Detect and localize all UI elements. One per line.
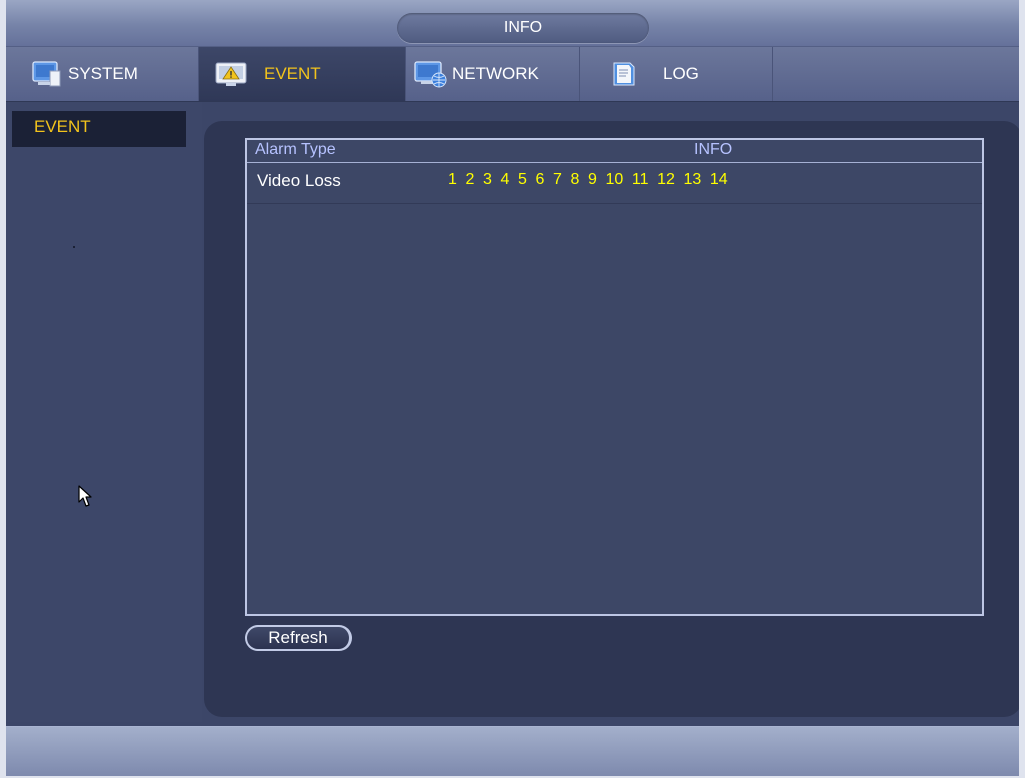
tab-bar: SYSTEM EVENT NETWORK LOG bbox=[6, 47, 1019, 102]
channel-number: 10 bbox=[605, 171, 624, 188]
column-header-info: INFO bbox=[694, 141, 733, 158]
channel-number: 12 bbox=[657, 171, 675, 188]
window-title: INFO bbox=[397, 13, 649, 43]
table-header: Alarm Type INFO bbox=[247, 140, 982, 163]
channel-number: 13 bbox=[683, 171, 702, 188]
tab-network[interactable]: NETWORK bbox=[406, 47, 580, 101]
channel-number: 11 bbox=[631, 171, 649, 188]
channel-number: 3 bbox=[483, 171, 492, 188]
channel-number: 14 bbox=[709, 171, 728, 188]
channel-number: 2 bbox=[465, 171, 475, 188]
monitor-icon bbox=[32, 60, 62, 93]
sidebar-dot bbox=[73, 246, 75, 248]
alarm-info-table: Alarm Type INFO Video Loss 1 2 3 4 5 6 7 8 9 10 11… bbox=[245, 138, 984, 616]
sidebar-item-label: EVENT bbox=[34, 117, 91, 136]
footer-bar bbox=[6, 726, 1019, 776]
sidebar-item-event[interactable]: EVENT bbox=[12, 111, 186, 147]
channel-number: 4 bbox=[500, 171, 510, 188]
info-window: INFO SYSTEM EVENT NETWORK LOG EVENT Alar… bbox=[6, 0, 1019, 776]
tab-event-label: EVENT bbox=[264, 64, 321, 83]
table-row: Video Loss 1 2 3 4 5 6 7 8 9 10 11 12 13 14 bbox=[247, 163, 982, 204]
channel-number: 6 bbox=[535, 171, 545, 188]
content-panel: Alarm Type INFO Video Loss 1 2 3 4 5 6 7 8 9 10 11… bbox=[204, 121, 1019, 717]
title-bar: INFO bbox=[6, 0, 1019, 47]
channel-list: 1 2 3 4 5 6 7 8 9 10 11 12 13 14 bbox=[448, 171, 736, 189]
tab-log[interactable]: LOG bbox=[580, 47, 773, 101]
tab-network-label: NETWORK bbox=[452, 64, 539, 83]
network-icon bbox=[414, 60, 448, 93]
event-monitor-icon bbox=[214, 60, 250, 93]
channel-number: 5 bbox=[518, 171, 527, 188]
column-header-alarm-type: Alarm Type bbox=[255, 141, 336, 158]
tab-log-label: LOG bbox=[663, 64, 699, 83]
sidebar: EVENT bbox=[6, 102, 202, 722]
channel-number: 7 bbox=[553, 171, 562, 188]
refresh-button[interactable]: Refresh bbox=[245, 625, 352, 651]
mouse-pointer-icon bbox=[78, 485, 94, 514]
channel-number: 1 bbox=[448, 171, 457, 188]
channel-number: 9 bbox=[588, 171, 597, 188]
channel-number: 8 bbox=[570, 171, 580, 188]
tab-system-label: SYSTEM bbox=[68, 64, 138, 83]
log-book-icon bbox=[610, 60, 638, 93]
tab-event[interactable]: EVENT bbox=[199, 47, 406, 101]
alarm-type-cell: Video Loss bbox=[257, 171, 341, 190]
tab-system[interactable]: SYSTEM bbox=[6, 47, 199, 101]
